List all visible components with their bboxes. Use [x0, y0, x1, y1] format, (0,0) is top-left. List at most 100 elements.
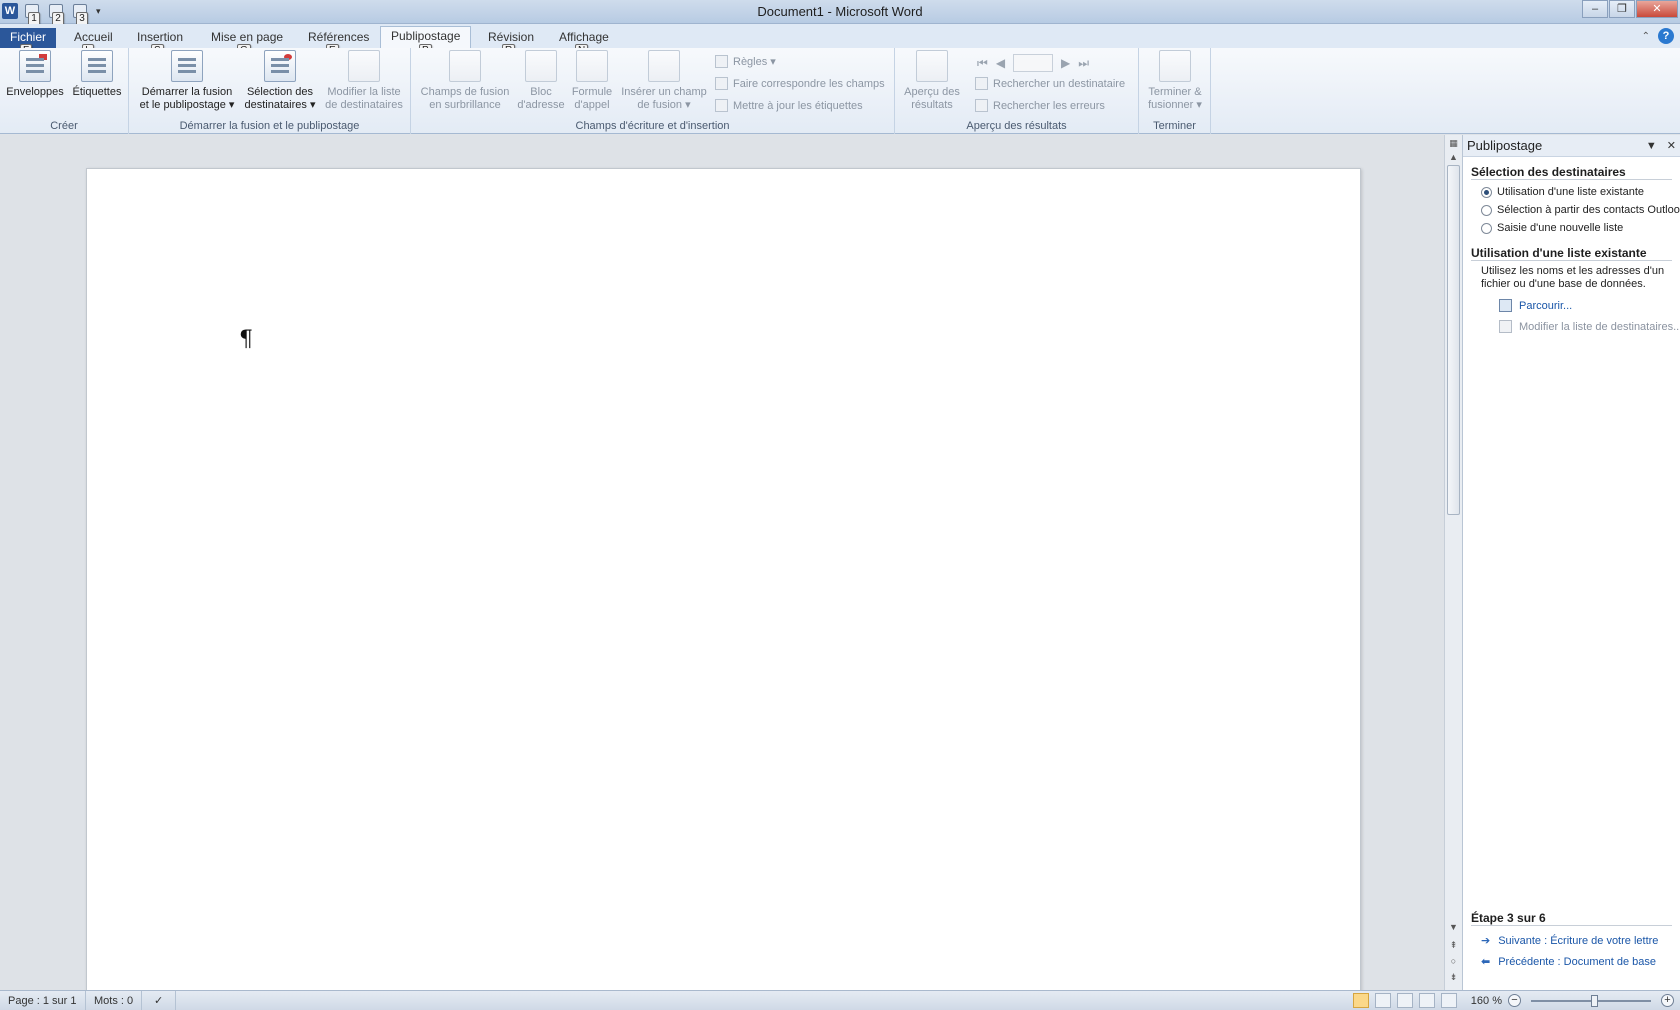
ruler-toggle-icon[interactable]: ▦: [1447, 137, 1460, 150]
scroll-down-icon[interactable]: ▼: [1447, 921, 1460, 934]
print-layout-view-icon[interactable]: [1352, 993, 1369, 1008]
title-bar: W 1 2 3 ▾ Document1 - Microsoft Word – ❐…: [0, 0, 1680, 26]
previous-record-icon[interactable]: ◀: [996, 56, 1005, 70]
task-pane-close-icon[interactable]: ✕: [1667, 135, 1676, 157]
scroll-thumb[interactable]: [1447, 165, 1460, 515]
record-navigation: ⏮ ◀ ▶ ⏭: [977, 54, 1089, 72]
faire-correspondre-button[interactable]: Faire correspondre les champs: [715, 76, 885, 92]
regles-button[interactable]: Règles ▾: [715, 54, 776, 70]
previous-page-icon[interactable]: ⇞: [1447, 939, 1460, 952]
group-apercu: Aperçu des résultats ⏮ ◀ ▶ ⏭ Rechercher u…: [895, 48, 1139, 134]
page-count[interactable]: Page : 1 sur 1: [0, 991, 86, 1010]
tab-revision[interactable]: Révision R: [478, 28, 544, 58]
zoom-slider[interactable]: [1531, 994, 1651, 1007]
tab-accueil[interactable]: Accueil L: [64, 28, 123, 58]
first-record-icon[interactable]: ⏮: [977, 56, 988, 71]
group-champs: Champs de fusion en surbrillance Bloc d'ad…: [411, 48, 895, 134]
tab-affichage[interactable]: Affichage N: [549, 28, 619, 58]
tab-references[interactable]: Références E: [298, 28, 379, 58]
section-selection-destinataires: Sélection des destinataires: [1471, 165, 1672, 180]
tab-insertion[interactable]: Insertion S: [127, 28, 193, 58]
radio-liste-existante[interactable]: Utilisation d'une liste existante: [1481, 186, 1680, 198]
web-layout-icon[interactable]: [1396, 993, 1413, 1008]
finish-merge-icon: [1159, 50, 1191, 82]
update-labels-icon: [715, 99, 728, 112]
zoom-level[interactable]: 160 %: [1471, 995, 1502, 1007]
group-label-creer: Créer: [50, 120, 78, 132]
group-label-demarrer: Démarrer la fusion et le publipostage: [179, 120, 360, 132]
task-pane-menu-icon[interactable]: ▼: [1646, 135, 1657, 157]
help-icon[interactable]: ?: [1658, 28, 1674, 44]
close-button[interactable]: ✕: [1636, 0, 1678, 18]
zoom-out-icon[interactable]: −: [1508, 994, 1521, 1007]
group-creer: Enveloppes Étiquettes Créer: [0, 48, 129, 134]
terminer-fusionner-button[interactable]: Terminer & fusionner ▾: [1141, 50, 1209, 112]
tab-publipostage[interactable]: Publipostage P: [380, 26, 472, 58]
zoom-in-icon[interactable]: +: [1661, 994, 1674, 1007]
next-step-link[interactable]: ➔ Suivante : Écriture de votre lettre: [1481, 934, 1672, 948]
scroll-up-icon[interactable]: ▲: [1447, 151, 1460, 164]
tab-mise-en-page[interactable]: Mise en page G: [201, 28, 293, 58]
restore-button[interactable]: ❐: [1609, 0, 1635, 18]
rules-icon: [715, 55, 728, 68]
browse-object-icon[interactable]: ○: [1447, 955, 1460, 968]
zoom-slider-thumb[interactable]: [1591, 994, 1598, 1007]
edit-list-icon: [1499, 320, 1512, 333]
group-label-apercu: Aperçu des résultats: [966, 120, 1067, 132]
enveloppes-button[interactable]: Enveloppes: [4, 50, 66, 99]
document-page[interactable]: ¶: [86, 168, 1361, 998]
next-page-icon[interactable]: ⇟: [1447, 971, 1460, 984]
group-label-terminer: Terminer: [1153, 120, 1196, 132]
document-area: ¶: [0, 135, 1444, 998]
group-label-champs: Champs d'écriture et d'insertion: [575, 120, 730, 132]
draft-view-icon[interactable]: [1440, 993, 1457, 1008]
step-navigation: Étape 3 sur 6 ➔ Suivante : Écriture de vo…: [1471, 911, 1672, 968]
ribbon: Enveloppes Étiquettes Créer Démarrer la …: [0, 48, 1680, 134]
last-record-icon[interactable]: ⏭: [1078, 56, 1089, 71]
radio-nouvelle-liste[interactable]: Saisie d'une nouvelle liste: [1481, 222, 1680, 234]
radio-contacts-outlook[interactable]: Sélection à partir des contacts Outlook: [1481, 204, 1680, 216]
vertical-scrollbar[interactable]: ▦ ▲ ▼ ⇞ ○ ⇟: [1444, 135, 1462, 990]
outline-view-icon[interactable]: [1418, 993, 1435, 1008]
find-recipient-icon: [975, 77, 988, 90]
champs-surbrillance-button[interactable]: Champs de fusion en surbrillance: [417, 50, 513, 112]
section-liste-existante: Utilisation d'une liste existante: [1471, 246, 1672, 261]
radio-unchecked-icon: [1481, 204, 1492, 216]
rechercher-destinataire-button[interactable]: Rechercher un destinataire: [975, 76, 1125, 92]
minimize-ribbon-icon[interactable]: ⌃: [1642, 31, 1650, 42]
etiquettes-button[interactable]: Étiquettes: [68, 50, 126, 99]
formule-appel-button[interactable]: Formule d'appel: [567, 50, 617, 112]
bloc-adresse-button[interactable]: Bloc d'adresse: [515, 50, 567, 112]
record-number-input[interactable]: [1013, 54, 1054, 72]
demarrer-fusion-button[interactable]: Démarrer la fusion et le publipostage ▾: [135, 50, 239, 112]
tab-fichier[interactable]: Fichier F: [0, 28, 57, 58]
modifier-liste-link[interactable]: Modifier la liste de destinataires...: [1499, 320, 1680, 333]
arrow-left-icon: ⬅: [1481, 956, 1491, 968]
selection-destinataires-button[interactable]: Sélection des destinataires ▾: [241, 50, 319, 112]
mettre-a-jour-button[interactable]: Mettre à jour les étiquettes: [715, 98, 863, 114]
recipients-icon: [264, 50, 296, 82]
full-screen-reading-icon[interactable]: [1374, 993, 1391, 1008]
greeting-line-icon: [576, 50, 608, 82]
parcourir-link[interactable]: Parcourir...: [1499, 299, 1680, 312]
group-terminer: Terminer & fusionner ▾ Terminer: [1139, 48, 1211, 134]
rechercher-erreurs-button[interactable]: Rechercher les erreurs: [975, 98, 1105, 114]
modifier-liste-button[interactable]: Modifier la liste de destinataires: [321, 50, 407, 112]
task-pane-title: Publipostage: [1467, 138, 1543, 153]
step-label: Étape 3 sur 6: [1471, 911, 1672, 926]
view-and-zoom: 160 % − +: [1352, 993, 1674, 1008]
previous-step-link[interactable]: ⬅ Précédente : Document de base: [1481, 955, 1672, 969]
proofing-icon[interactable]: ✓: [146, 991, 176, 1010]
edit-list-icon: [348, 50, 380, 82]
insert-field-icon: [648, 50, 680, 82]
minimize-button[interactable]: –: [1582, 0, 1608, 18]
next-record-icon[interactable]: ▶: [1061, 56, 1070, 70]
apercu-resultats-button[interactable]: Aperçu des résultats: [899, 50, 965, 112]
inserer-champ-button[interactable]: Insérer un champ de fusion ▾: [617, 50, 711, 112]
word-count[interactable]: Mots : 0: [86, 991, 143, 1010]
radio-checked-icon: [1481, 186, 1492, 198]
mail-merge-task-pane: Publipostage ▼ ✕ Sélection des destinata…: [1462, 135, 1680, 990]
window-controls: – ❐ ✕: [1581, 0, 1678, 18]
browse-table-icon: [1499, 299, 1512, 312]
preview-results-icon: [916, 50, 948, 82]
